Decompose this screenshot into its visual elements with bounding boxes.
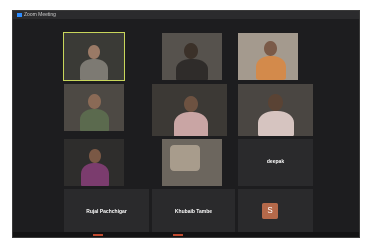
meeting-window: Zoom Meeting deepak Rujal Pachchigar Khu… bbox=[12, 10, 360, 238]
participant-tile-11[interactable]: Khubaib Tambe bbox=[152, 189, 235, 236]
participant-name: Khubaib Tambe bbox=[174, 209, 213, 215]
participant-name: deepak bbox=[266, 159, 285, 165]
toolbar-indicator bbox=[173, 234, 183, 236]
participant-tile-6[interactable] bbox=[238, 84, 313, 136]
participant-tile-5[interactable] bbox=[152, 84, 227, 136]
participant-tile-10[interactable]: Rujal Pachchigar bbox=[64, 189, 149, 236]
participant-tile-8[interactable] bbox=[162, 139, 222, 186]
participant-initial-avatar: S bbox=[262, 203, 278, 219]
window-title: Zoom Meeting bbox=[24, 12, 56, 18]
participant-tile-1[interactable] bbox=[63, 32, 125, 81]
toolbar-indicator bbox=[93, 234, 103, 236]
participant-tile-9[interactable]: deepak bbox=[238, 139, 313, 186]
participant-tile-3[interactable] bbox=[238, 33, 298, 80]
participant-tile-12[interactable]: S bbox=[238, 189, 313, 236]
participant-tile-4[interactable] bbox=[64, 84, 124, 131]
app-logo-icon bbox=[17, 12, 22, 17]
participant-tile-7[interactable] bbox=[64, 139, 124, 186]
window-titlebar: Zoom Meeting bbox=[13, 11, 359, 19]
participant-name: Rujal Pachchigar bbox=[86, 209, 127, 215]
bottom-toolbar bbox=[13, 232, 359, 237]
participant-tile-2[interactable] bbox=[162, 33, 222, 80]
